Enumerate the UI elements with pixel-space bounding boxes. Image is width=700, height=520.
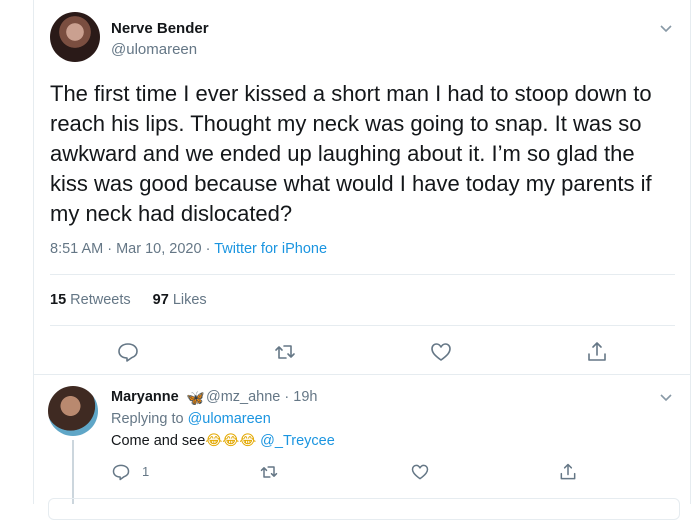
reply-mention[interactable]: @_Treycee <box>260 433 335 449</box>
divider <box>50 274 675 275</box>
reply-avatar[interactable] <box>48 386 98 436</box>
retweets-stat[interactable]: 15 Retweets <box>50 292 131 308</box>
retweet-icon[interactable] <box>259 462 279 482</box>
divider <box>50 325 675 326</box>
tweet-time[interactable]: 8:51 AM <box>50 241 103 257</box>
likes-count: 97 <box>152 292 169 308</box>
reply-author-name[interactable]: Maryanne <box>111 389 179 405</box>
chevron-down-icon[interactable] <box>658 389 674 405</box>
butterfly-emoji: 🦋 <box>186 390 205 407</box>
retweets-count: 15 <box>50 292 67 308</box>
tweet-meta: 8:51 AM · Mar 10, 2020 · Twitter for iPh… <box>50 241 327 257</box>
replying-label: Replying to <box>111 411 184 427</box>
reply-text-body: Come and see <box>111 433 206 449</box>
tweet-text: The first time I ever kissed a short man… <box>50 81 652 226</box>
reply-icon[interactable] <box>116 340 140 364</box>
reply-count: 1 <box>142 464 150 479</box>
share-icon[interactable] <box>558 462 578 482</box>
reply-author-handle[interactable]: @mz_ahne <box>206 389 280 405</box>
timeline-border-right <box>690 0 691 504</box>
author-handle[interactable]: @ulomareen <box>111 41 197 58</box>
meta-dot: · <box>107 241 117 257</box>
reply-icon[interactable] <box>111 462 131 482</box>
share-icon[interactable] <box>585 340 609 364</box>
replying-to: Replying to @ulomareen <box>111 411 271 427</box>
meta-dot: · <box>205 241 215 257</box>
tweet-stats: 15 Retweets 97 Likes <box>50 292 207 308</box>
retweet-icon[interactable] <box>273 340 297 364</box>
like-icon[interactable] <box>429 340 453 364</box>
like-icon[interactable] <box>410 462 430 482</box>
likes-label: Likes <box>172 292 207 308</box>
tweet-date[interactable]: Mar 10, 2020 <box>116 241 201 257</box>
reply-age[interactable]: 19h <box>293 389 317 405</box>
retweets-label: Retweets <box>70 292 131 308</box>
laughing-emoji: 😂😂😂 <box>205 433 257 449</box>
reply-text: Come and see😂😂😂 @_Treycee <box>111 433 335 449</box>
replying-mention[interactable]: @ulomareen <box>188 411 271 427</box>
divider <box>34 374 690 375</box>
timeline-border-left <box>33 0 34 504</box>
next-item-box <box>48 498 680 520</box>
thread-line <box>72 440 74 504</box>
chevron-down-icon[interactable] <box>658 20 674 36</box>
reply-author-meta: @mz_ahne · 19h <box>206 389 318 405</box>
likes-stat[interactable]: 97 Likes <box>153 292 207 308</box>
author-name[interactable]: Nerve Bender <box>111 20 209 37</box>
tweet-source[interactable]: Twitter for iPhone <box>214 241 327 257</box>
avatar[interactable] <box>50 12 100 62</box>
